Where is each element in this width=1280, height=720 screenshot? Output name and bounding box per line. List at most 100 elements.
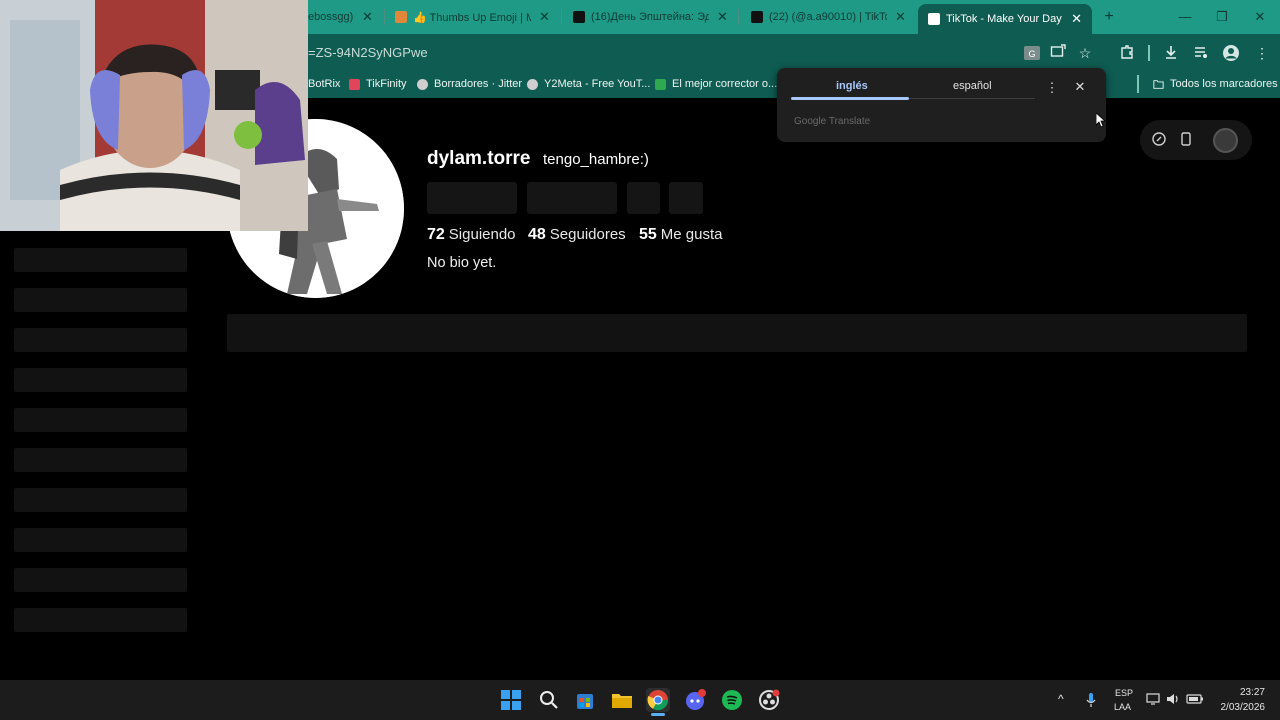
extensions-icon[interactable]: [1118, 44, 1136, 62]
stat-following[interactable]: 72 Siguiendo: [427, 226, 516, 244]
sidebar-skeleton: [14, 528, 187, 552]
all-bookmarks-label: Todos los marcadores: [1170, 78, 1278, 90]
tab-close-icon[interactable]: ✕: [895, 9, 906, 25]
tiktok-favicon-icon: [751, 11, 763, 23]
tab-close-icon[interactable]: ✕: [1071, 11, 1082, 27]
globe-icon: [417, 78, 428, 90]
close-window-button[interactable]: ✕: [1249, 6, 1271, 28]
bookmark-item[interactable]: Y2Meta - Free YouT...: [527, 76, 650, 92]
chrome-icon[interactable]: [646, 688, 670, 712]
stat-likes: 55 Me gusta: [639, 226, 723, 244]
spotify-icon[interactable]: [720, 688, 744, 712]
tab-title: 👍 Thumbs Up Emoji | M: [413, 11, 531, 24]
action-button-skeleton[interactable]: [627, 182, 660, 214]
user-avatar[interactable]: [1213, 128, 1238, 153]
bookmark-item[interactable]: BotRix: [308, 76, 340, 92]
chrome-menu-icon[interactable]: ⋮: [1253, 44, 1271, 62]
tab-divider: [738, 9, 739, 25]
mouse-cursor-icon: [1095, 112, 1107, 133]
browser-tab[interactable]: (16)День Эпштейна: Эди ✕: [573, 6, 728, 28]
svg-text:G: G: [1028, 49, 1035, 59]
browser-tab[interactable]: (22) (@a.a90010) | TikTok ✕: [751, 6, 906, 28]
stat-value: 72: [427, 226, 445, 243]
sidebar-skeleton: [14, 448, 187, 472]
stat-followers[interactable]: 48 Seguidores: [528, 226, 626, 244]
search-icon[interactable]: [537, 688, 561, 712]
stat-label: Me gusta: [660, 226, 723, 243]
tab-close-icon[interactable]: ✕: [717, 9, 728, 25]
minimize-button[interactable]: —: [1174, 6, 1196, 28]
profile-username: dylam.torre: [427, 148, 531, 169]
media-controls-icon[interactable]: [1192, 44, 1210, 62]
stat-label: Siguiendo: [448, 226, 516, 243]
bookmark-item[interactable]: Borradores · Jitter: [417, 76, 522, 92]
tikfinity-icon: [349, 78, 360, 90]
message-button-skeleton[interactable]: [527, 182, 617, 214]
file-explorer-icon[interactable]: [610, 688, 634, 712]
browser-tab[interactable]: ebossgg) | ✕: [308, 6, 373, 28]
translate-brand: Google Translate: [794, 116, 871, 127]
all-bookmarks-button[interactable]: Todos los marcadores: [1153, 76, 1278, 92]
tab-title: (22) (@a.a90010) | TikTok: [769, 11, 887, 23]
sidebar-skeleton: [14, 488, 187, 512]
action-button-skeleton[interactable]: [669, 182, 703, 214]
start-button[interactable]: [499, 688, 523, 712]
toolbar-divider: [1148, 45, 1150, 61]
downloads-icon[interactable]: [1162, 44, 1180, 62]
translate-close-icon[interactable]: ✕: [1073, 79, 1087, 95]
translate-source-tab[interactable]: inglés: [836, 80, 868, 92]
address-bar-url[interactable]: =ZS-94N2SyNGPwe: [308, 45, 428, 60]
store-icon[interactable]: [573, 688, 597, 712]
translate-icon[interactable]: G: [1023, 44, 1041, 62]
restore-button[interactable]: ❐: [1211, 6, 1233, 28]
sidebar-skeleton: [14, 248, 187, 272]
profile-nickname: tengo_hambre:): [543, 151, 649, 168]
bookmark-item[interactable]: TikFinity: [349, 76, 407, 92]
tab-close-icon[interactable]: ✕: [539, 9, 550, 25]
install-app-icon[interactable]: [1049, 44, 1067, 62]
translate-tab-divider: [909, 98, 1035, 99]
bookmark-item[interactable]: El mejor corrector o...: [655, 76, 777, 92]
battery-icon[interactable]: [1186, 692, 1204, 709]
microphone-icon[interactable]: [1085, 692, 1097, 711]
stat-value: 55: [639, 226, 657, 243]
active-app-indicator: [651, 713, 665, 716]
volume-icon[interactable]: [1166, 692, 1180, 709]
clock-time[interactable]: 23:27: [1235, 687, 1265, 698]
input-language[interactable]: ESP: [1115, 688, 1133, 698]
bookmark-label: Y2Meta - Free YouT...: [544, 78, 651, 90]
browser-tab[interactable]: 👍 Thumbs Up Emoji | M ✕: [395, 6, 550, 28]
profile-avatar-icon[interactable]: [1222, 44, 1240, 62]
bookmark-star-icon[interactable]: ☆: [1076, 44, 1094, 62]
corrector-icon: [655, 78, 666, 90]
tab-title: TikTok - Make Your Day: [946, 13, 1062, 25]
sidebar-skeleton: [14, 408, 187, 432]
input-region[interactable]: LAA: [1114, 702, 1131, 712]
network-icon[interactable]: [1146, 692, 1160, 709]
new-tab-button[interactable]: +: [1100, 8, 1118, 26]
obs-icon[interactable]: [757, 688, 781, 712]
sidebar-skeleton: [14, 368, 187, 392]
translate-menu-icon[interactable]: ⋮: [1045, 80, 1059, 96]
clock-date[interactable]: 2/03/2026: [1220, 702, 1266, 713]
tiktok-favicon-icon: [573, 11, 585, 23]
stat-label: Seguidores: [549, 226, 626, 243]
tab-divider: [384, 9, 385, 25]
sidebar-skeleton: [14, 568, 187, 592]
sidebar-skeleton: [14, 288, 187, 312]
bookmark-label: El mejor corrector o...: [672, 78, 778, 90]
tab-title: (16)День Эпштейна: Эди: [591, 11, 709, 23]
tab-divider: [561, 9, 562, 25]
coin-icon[interactable]: [1151, 132, 1167, 148]
discord-icon[interactable]: [683, 688, 707, 712]
tray-overflow-icon[interactable]: ^: [1058, 692, 1064, 706]
bookmark-label: Borradores · Jitter: [434, 78, 523, 90]
bookmark-label: TikFinity: [366, 78, 407, 90]
bookmarks-divider: [1137, 75, 1139, 93]
translate-target-tab[interactable]: español: [953, 80, 992, 92]
tab-close-icon[interactable]: ✕: [362, 9, 373, 25]
follow-button-skeleton[interactable]: [427, 182, 517, 214]
phone-icon[interactable]: [1178, 132, 1194, 148]
browser-tab-active[interactable]: TikTok - Make Your Day ✕: [918, 4, 1092, 34]
webcam-feed-image: [0, 0, 308, 231]
